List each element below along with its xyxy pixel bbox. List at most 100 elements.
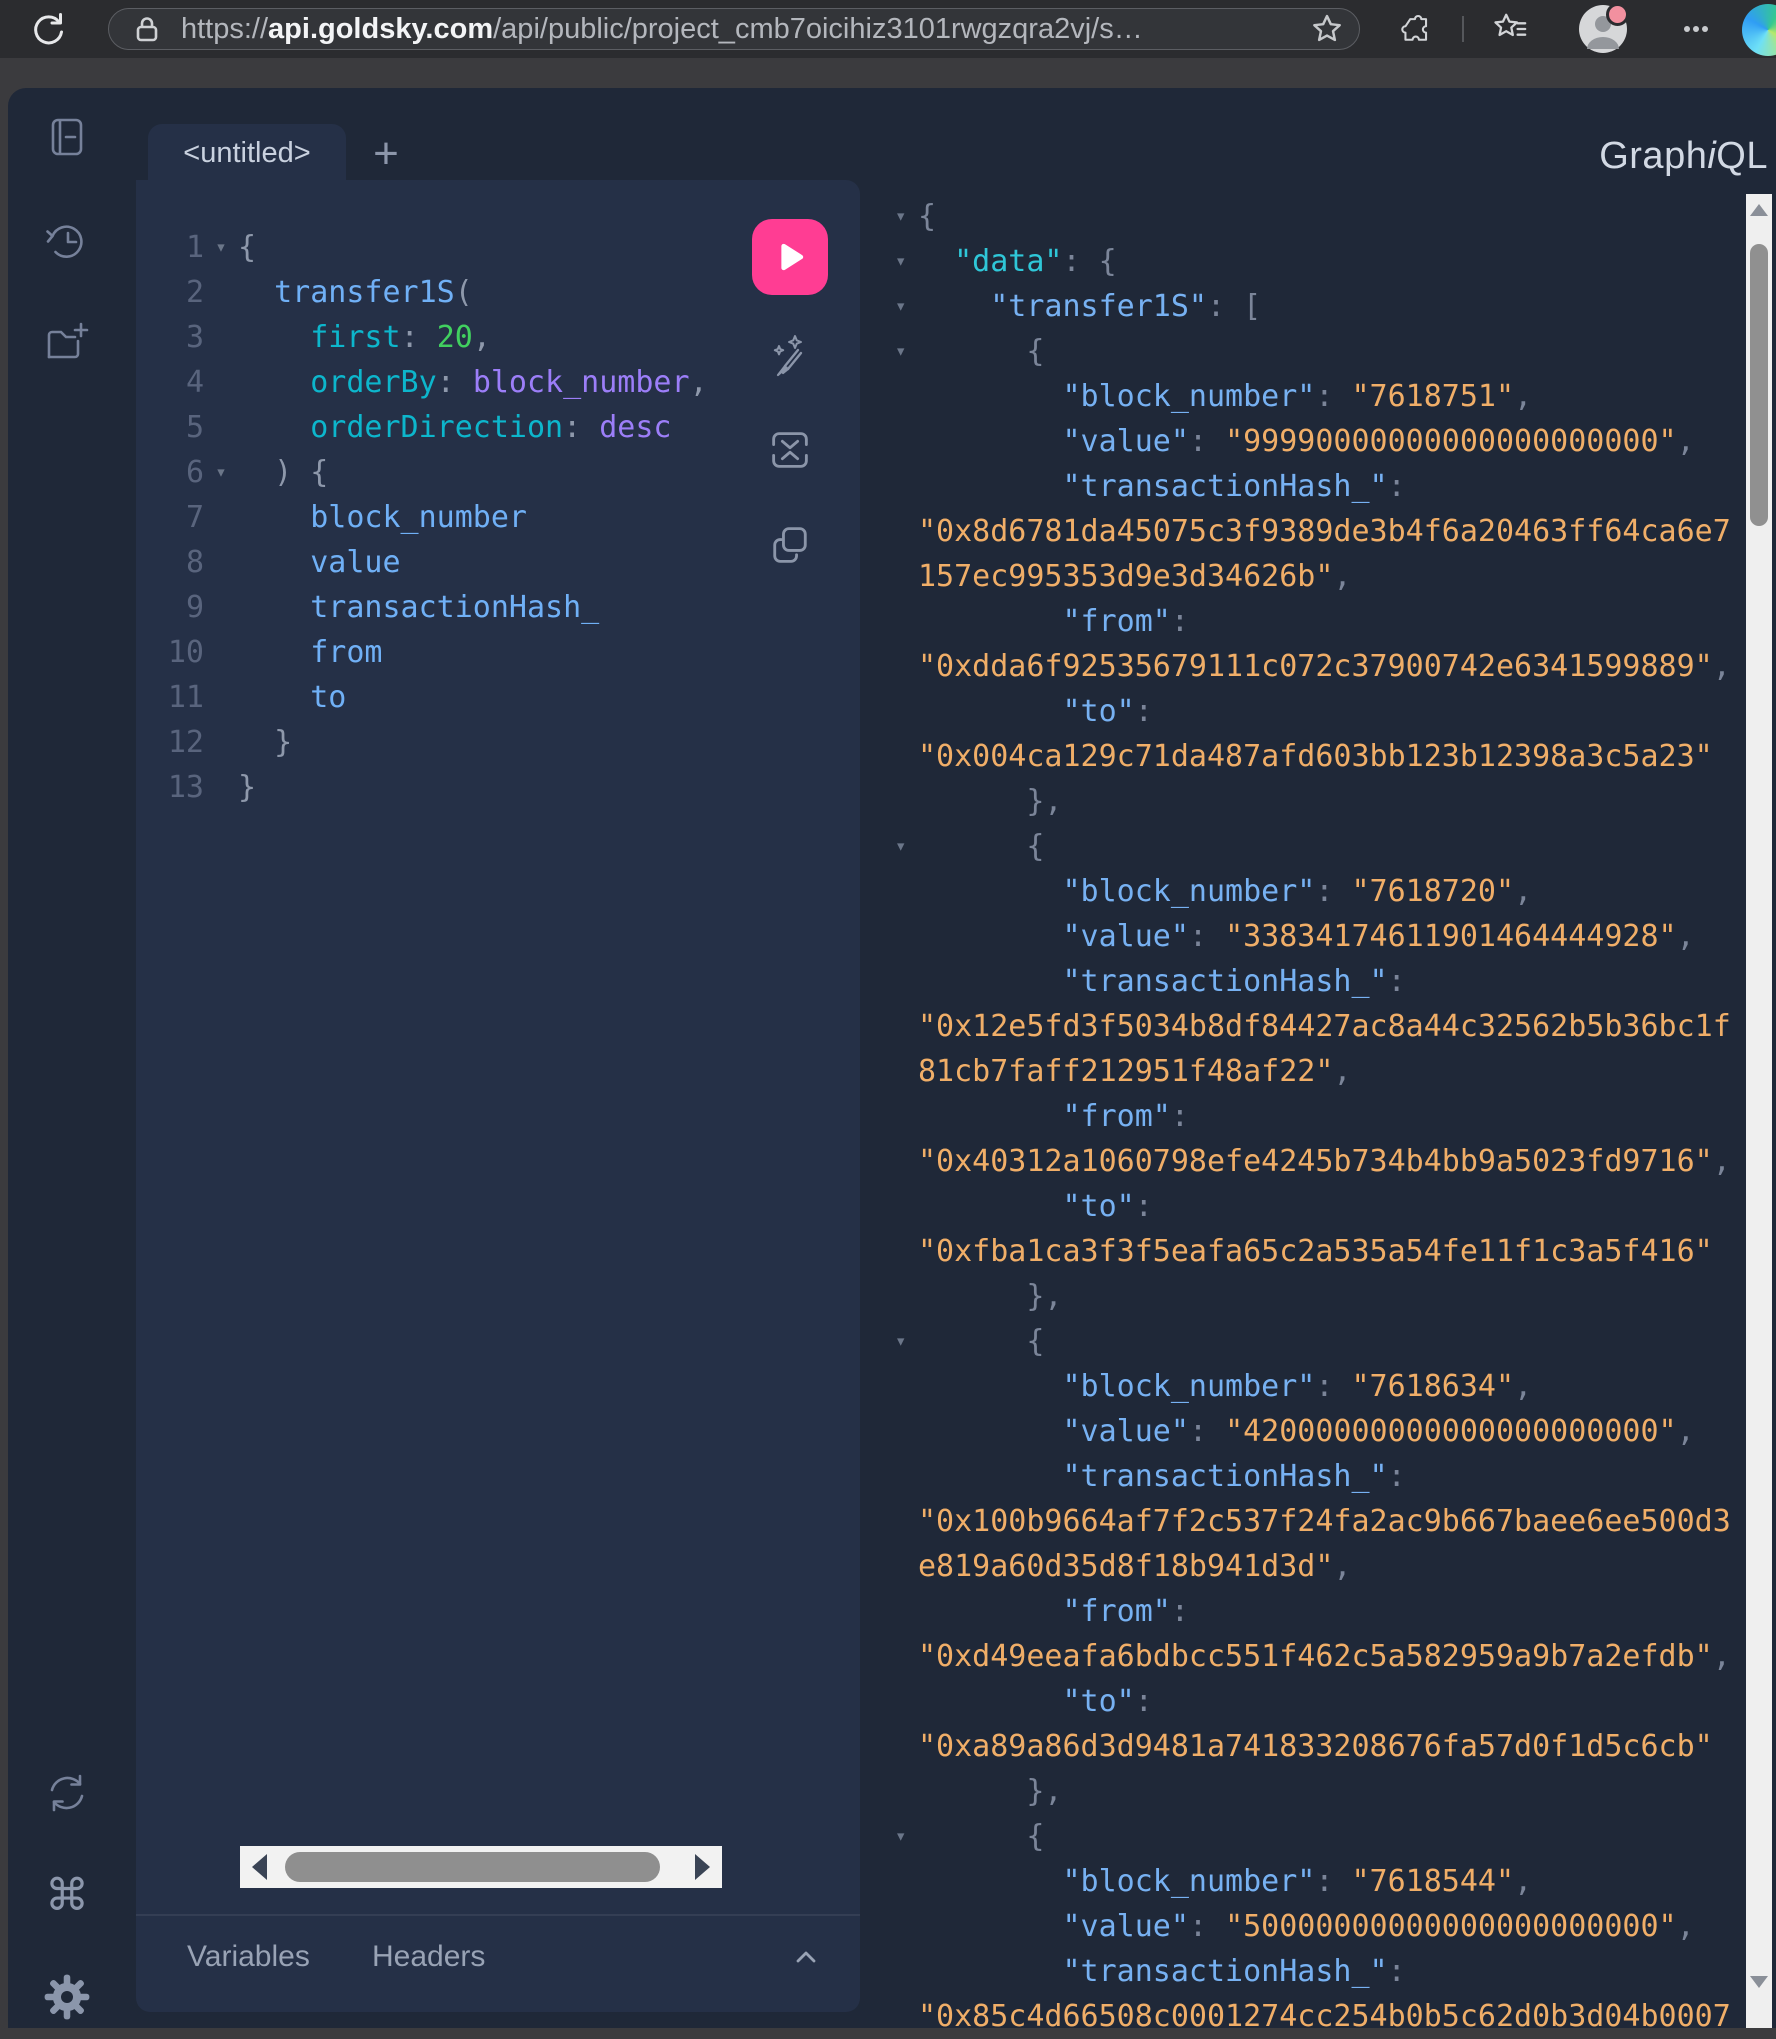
response-viewer[interactable]: ▾{▾ "data": {▾ "transfer1S": [▾ { "block… — [893, 194, 1731, 2039]
code-text: { — [918, 824, 1044, 869]
fold-gutter — [893, 1859, 918, 1904]
response-line: }, — [893, 1769, 1731, 1814]
response-line: "0x100b9664af7f2c537f24fa2ac9b667baee6ee… — [893, 1499, 1731, 1544]
fold-arrow-icon[interactable]: ▾ — [204, 450, 238, 495]
query-line: 10 from — [146, 630, 708, 675]
code-text: "block_number": "7618544", — [918, 1859, 1532, 1904]
code-text: "0xfba1ca3f3f5eafa65c2a535a54fe11f1c3a5f… — [918, 1229, 1713, 1274]
response-line: "value": "42000000000000000000000", — [893, 1409, 1731, 1454]
fold-gutter — [204, 630, 238, 675]
fold-arrow-icon[interactable]: ▾ — [893, 239, 918, 284]
fold-arrow-icon[interactable]: ▾ — [204, 225, 238, 270]
response-vertical-scrollbar[interactable] — [1746, 194, 1772, 2028]
sidebar-shortcuts-button[interactable]: ⌘ — [43, 1872, 91, 1920]
code-text: e819a60d35d8f18b941d3d", — [918, 1544, 1351, 1589]
code-text: }, — [918, 779, 1063, 824]
fold-gutter — [893, 959, 918, 1004]
code-text: "to": — [918, 689, 1153, 734]
line-number: 6 — [146, 450, 204, 495]
fold-gutter — [893, 914, 918, 959]
query-editor[interactable]: 1▾{2 transfer1S(3 first: 20,4 orderBy: b… — [146, 225, 708, 810]
fold-gutter — [204, 360, 238, 405]
collapse-footer-button[interactable] — [785, 1936, 827, 1978]
editor-footer-divider — [136, 1914, 860, 1916]
fold-gutter — [204, 720, 238, 765]
tab-title: <untitled> — [183, 137, 310, 170]
merge-icon — [766, 426, 814, 474]
tab-untitled[interactable]: <untitled> — [148, 124, 346, 182]
tab-headers[interactable]: Headers — [372, 1936, 485, 1978]
fold-gutter — [893, 599, 918, 644]
response-line: "value": "33834174611901464444928", — [893, 914, 1731, 959]
fold-gutter — [893, 1949, 918, 1994]
sidebar-docs-button[interactable] — [43, 113, 91, 161]
fold-gutter — [893, 1409, 918, 1454]
fold-gutter — [893, 1454, 918, 1499]
fold-gutter — [893, 1634, 918, 1679]
response-line: "0x8d6781da45075c3f9389de3b4f6a20463ff64… — [893, 509, 1731, 554]
add-tab-button[interactable]: + — [362, 130, 410, 178]
response-line: "to": — [893, 689, 1731, 734]
response-line: "from": — [893, 1094, 1731, 1139]
code-text: "to": — [918, 1679, 1153, 1724]
fold-arrow-icon[interactable]: ▾ — [893, 1319, 918, 1364]
query-line: 13} — [146, 765, 708, 810]
response-line: ▾ { — [893, 1814, 1731, 1859]
extensions-button[interactable] — [1394, 7, 1438, 51]
line-number: 2 — [146, 270, 204, 315]
code-text: block_number — [238, 495, 527, 540]
response-line: "transactionHash_": — [893, 959, 1731, 1004]
execute-query-button[interactable] — [752, 219, 828, 295]
vertical-scroll-thumb[interactable] — [1750, 244, 1768, 526]
response-line: "block_number": "7618544", — [893, 1859, 1731, 1904]
copy-query-button[interactable] — [763, 518, 817, 572]
fold-arrow-icon[interactable]: ▾ — [893, 824, 918, 869]
code-text: ) { — [238, 450, 328, 495]
fold-gutter — [893, 1904, 918, 1949]
editor-horizontal-scrollbar[interactable] — [240, 1846, 722, 1888]
scroll-down-arrow-icon[interactable] — [1750, 1976, 1768, 1988]
response-line: "0x12e5fd3f5034b8df84427ac8a44c32562b5b3… — [893, 1004, 1731, 1049]
response-line: ▾ "transfer1S": [ — [893, 284, 1731, 329]
ellipsis-icon — [1679, 12, 1713, 46]
code-text: }, — [918, 1274, 1063, 1319]
response-line: "transactionHash_": — [893, 1949, 1731, 1994]
response-line: "0xfba1ca3f3f5eafa65c2a535a54fe11f1c3a5f… — [893, 1229, 1731, 1274]
fold-arrow-icon[interactable]: ▾ — [893, 329, 918, 374]
code-text: { — [918, 1319, 1044, 1364]
fold-gutter — [893, 1274, 918, 1319]
fold-gutter — [893, 1229, 918, 1274]
code-text: "to": — [918, 1184, 1153, 1229]
fold-arrow-icon[interactable]: ▾ — [893, 284, 918, 329]
fold-arrow-icon[interactable]: ▾ — [893, 1814, 918, 1859]
sidebar-history-button[interactable] — [43, 218, 91, 266]
toolbar-separator — [1462, 16, 1464, 42]
fold-arrow-icon[interactable]: ▾ — [893, 194, 918, 239]
response-line: "transactionHash_": — [893, 464, 1731, 509]
sidebar-refetch-schema-button[interactable] — [43, 1769, 91, 1817]
tab-variables[interactable]: Variables — [187, 1936, 310, 1978]
sidebar-settings-button[interactable] — [43, 1973, 91, 2021]
scroll-up-arrow-icon[interactable] — [1750, 204, 1768, 216]
fold-gutter — [893, 1589, 918, 1634]
fold-gutter — [893, 1049, 918, 1094]
code-text: 81cb7faff212951f48af22", — [918, 1049, 1351, 1094]
response-line: "block_number": "7618720", — [893, 869, 1731, 914]
bookmark-star-icon[interactable] — [1311, 13, 1343, 45]
code-text: "0x40312a1060798efe4245b734b4bb9a5023fd9… — [918, 1139, 1731, 1184]
scroll-left-arrow-icon[interactable] — [252, 1854, 267, 1880]
browser-refresh-button[interactable] — [26, 7, 70, 51]
browser-logo-icon[interactable] — [1742, 4, 1776, 56]
code-text: "0x8d6781da45075c3f9389de3b4f6a20463ff64… — [918, 509, 1731, 554]
prettify-query-button[interactable] — [763, 330, 817, 384]
horizontal-scroll-thumb[interactable] — [285, 1852, 660, 1882]
browser-menu-button[interactable] — [1674, 7, 1718, 51]
profile-avatar[interactable] — [1579, 5, 1627, 53]
code-text: "value": "50000000000000000000000", — [918, 1904, 1695, 1949]
scroll-right-arrow-icon[interactable] — [695, 1854, 710, 1880]
refetch-icon — [44, 1770, 90, 1816]
favorites-button[interactable] — [1488, 7, 1532, 51]
sidebar-open-file-button[interactable] — [43, 320, 91, 368]
address-bar[interactable]: https://api.goldsky.com/api/public/proje… — [108, 8, 1360, 50]
merge-fragments-button[interactable] — [763, 423, 817, 477]
